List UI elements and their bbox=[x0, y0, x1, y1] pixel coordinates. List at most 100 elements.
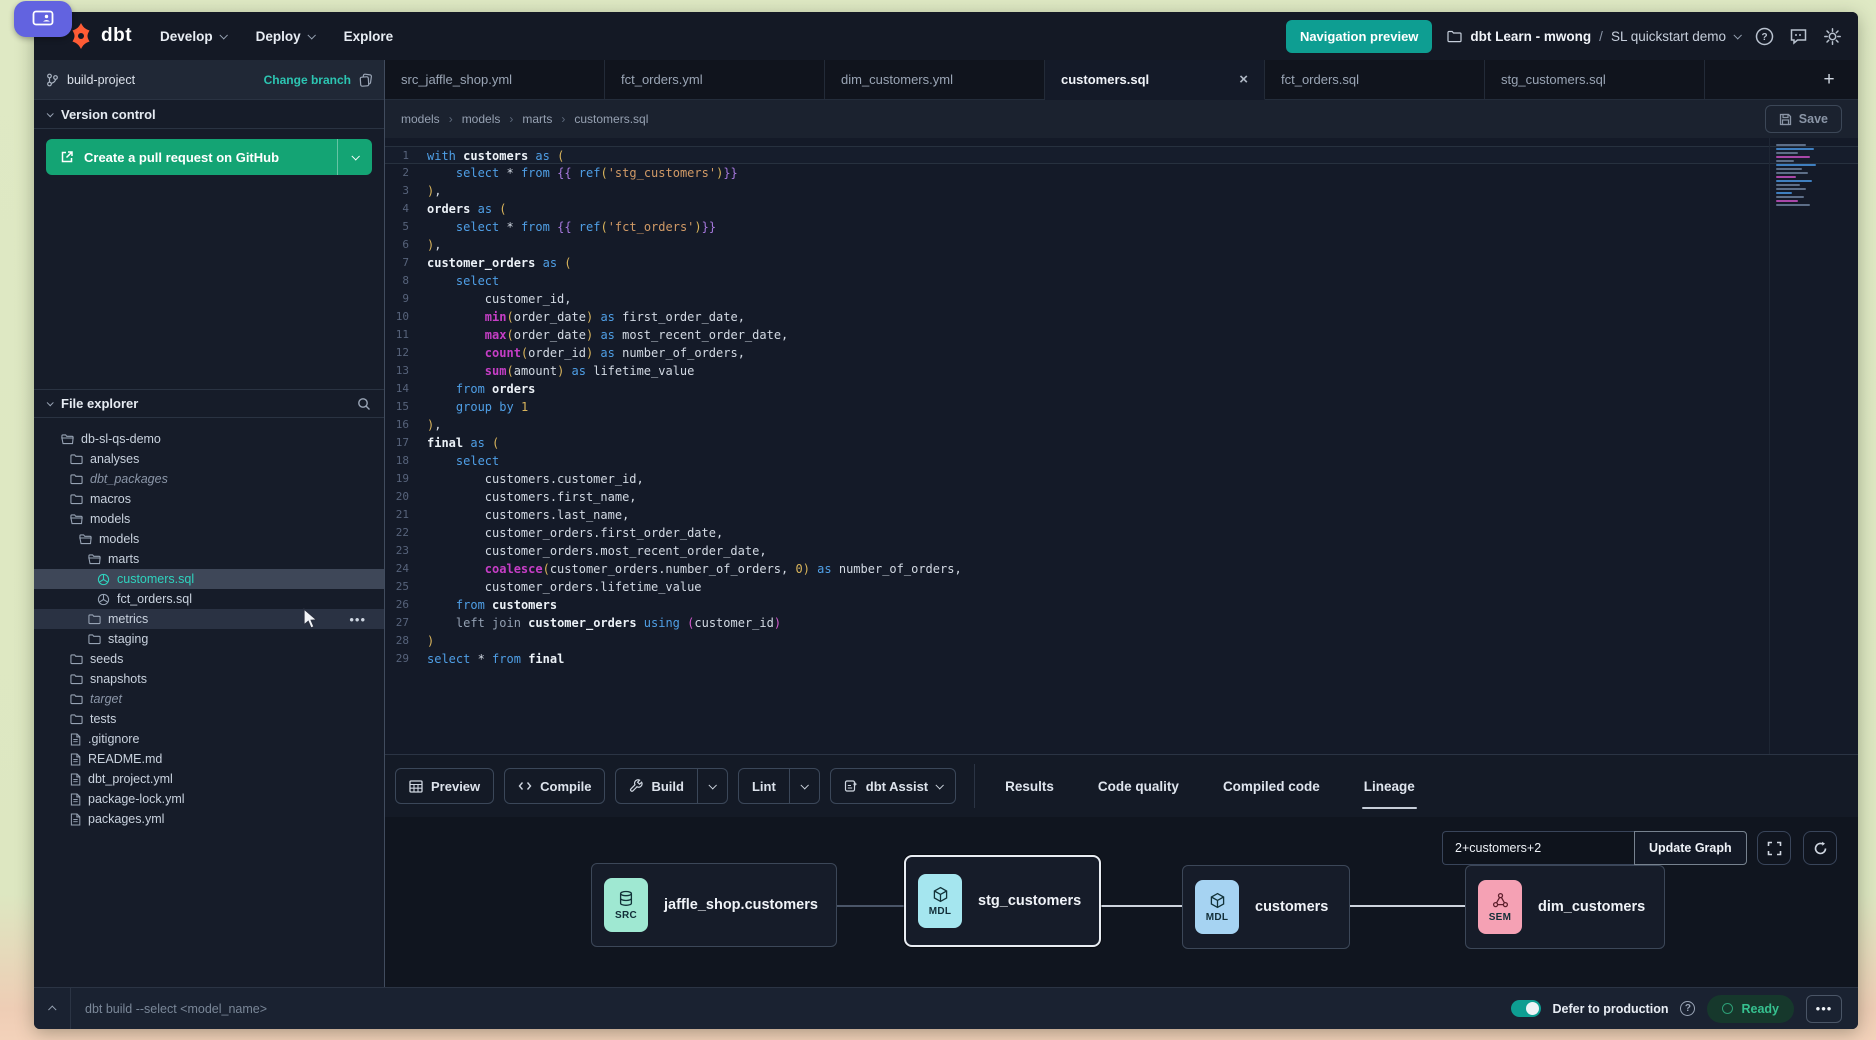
tree-item-target[interactable]: target bbox=[34, 689, 384, 709]
lineage-selector-input[interactable]: 2+customers+2 bbox=[1442, 831, 1634, 865]
change-branch-link[interactable]: Change branch bbox=[264, 73, 351, 87]
tree-item-tests[interactable]: tests bbox=[34, 709, 384, 729]
more-options-button[interactable]: ••• bbox=[1806, 995, 1842, 1023]
folder-icon bbox=[70, 453, 83, 465]
button-label: Build bbox=[651, 779, 684, 794]
menu-develop[interactable]: Develop bbox=[160, 29, 226, 44]
create-pr-button[interactable]: Create a pull request on GitHub bbox=[46, 139, 372, 175]
file-explorer-section-header[interactable]: File explorer bbox=[34, 389, 384, 418]
node-type-badge: MDL bbox=[918, 874, 962, 928]
tree-item-customers-sql[interactable]: customers.sql bbox=[34, 569, 384, 589]
tab-dim-customers-yml[interactable]: dim_customers.yml bbox=[825, 60, 1045, 99]
expand-command-bar-chevron[interactable] bbox=[50, 1006, 56, 1012]
code-line: 29select * from final bbox=[385, 650, 1858, 668]
lineage-node-stg-customers[interactable]: MDLstg_customers bbox=[904, 855, 1101, 947]
menu-explore[interactable]: Explore bbox=[344, 29, 394, 44]
version-control-section-header[interactable]: Version control bbox=[34, 100, 384, 129]
save-button[interactable]: Save bbox=[1765, 105, 1842, 133]
ide-status-badge[interactable]: Ready bbox=[1707, 995, 1794, 1023]
refresh-button[interactable] bbox=[1803, 831, 1837, 865]
search-icon[interactable] bbox=[357, 397, 371, 411]
tree-item-readme-md[interactable]: README.md bbox=[34, 749, 384, 769]
tab-src-jaffle-shop-yml[interactable]: src_jaffle_shop.yml bbox=[385, 60, 605, 99]
new-tab-button[interactable]: + bbox=[1800, 60, 1858, 99]
dropdown-caret[interactable] bbox=[789, 769, 819, 803]
build-button[interactable]: Build bbox=[615, 768, 728, 804]
tab-stg-customers-sql[interactable]: stg_customers.sql bbox=[1485, 60, 1705, 99]
panel-tab-results[interactable]: Results bbox=[1005, 755, 1054, 817]
tree-item--gitignore[interactable]: .gitignore bbox=[34, 729, 384, 749]
tree-item-package-lock-yml[interactable]: package-lock.yml bbox=[34, 789, 384, 809]
lint-button[interactable]: Lint bbox=[738, 768, 820, 804]
tree-item-metrics[interactable]: metrics••• bbox=[34, 609, 384, 629]
main-menu: Develop Deploy Explore bbox=[160, 29, 393, 44]
panel-tab-lineage[interactable]: Lineage bbox=[1364, 755, 1415, 817]
code-line: 21 customers.last_name, bbox=[385, 506, 1858, 524]
defer-help-icon[interactable]: ? bbox=[1680, 1001, 1695, 1016]
panel-tab-code-quality[interactable]: Code quality bbox=[1098, 755, 1179, 817]
minimap[interactable] bbox=[1776, 144, 1826, 208]
feedback-icon[interactable] bbox=[1789, 27, 1808, 46]
sidebar: build-project Change branch Version cont… bbox=[34, 60, 385, 987]
model-icon bbox=[97, 593, 110, 606]
tree-item-db-sl-qs-demo[interactable]: db-sl-qs-demo bbox=[34, 429, 384, 449]
tree-item-label: tests bbox=[90, 712, 116, 726]
line-number: 9 bbox=[385, 290, 427, 308]
project-switcher[interactable]: dbt Learn - mwong / SL quickstart demo bbox=[1447, 29, 1740, 44]
code-line: 19 customers.customer_id, bbox=[385, 470, 1858, 488]
tree-item-dbt-project-yml[interactable]: dbt_project.yml bbox=[34, 769, 384, 789]
lineage-canvas[interactable]: 2+customers+2 Update Graph SRCjaffle_sho… bbox=[385, 817, 1858, 987]
folder-icon bbox=[70, 673, 83, 685]
dbt-logo[interactable]: dbt bbox=[68, 23, 132, 49]
tree-item-marts[interactable]: marts bbox=[34, 549, 384, 569]
line-number: 11 bbox=[385, 326, 427, 344]
lineage-node-customers[interactable]: MDLcustomers bbox=[1182, 865, 1350, 949]
navigation-preview-button[interactable]: Navigation preview bbox=[1286, 20, 1432, 53]
defer-to-production-toggle[interactable] bbox=[1511, 1000, 1541, 1017]
tree-item-seeds[interactable]: seeds bbox=[34, 649, 384, 669]
tree-item-snapshots[interactable]: snapshots bbox=[34, 669, 384, 689]
bottom-panel: Preview Compile Build Lint dbt Assist Result… bbox=[385, 754, 1858, 987]
tree-item-dbt-packages[interactable]: dbt_packages bbox=[34, 469, 384, 489]
tree-item-fct-orders-sql[interactable]: fct_orders.sql bbox=[34, 589, 384, 609]
branch-name: build-project bbox=[67, 73, 135, 87]
settings-gear-icon[interactable] bbox=[1823, 27, 1842, 46]
copy-icon[interactable] bbox=[359, 73, 372, 87]
save-label: Save bbox=[1799, 112, 1828, 126]
fullscreen-button[interactable] bbox=[1757, 831, 1791, 865]
more-actions-icon[interactable]: ••• bbox=[349, 612, 374, 627]
lineage-node-dim-customers[interactable]: SEMdim_customers bbox=[1465, 865, 1665, 949]
compile-button[interactable]: Compile bbox=[504, 768, 605, 804]
lineage-node-jaffle-shop-customers[interactable]: SRCjaffle_shop.customers bbox=[591, 863, 837, 947]
command-input[interactable]: dbt build --select <model_name> bbox=[85, 1002, 267, 1016]
tree-item-packages-yml[interactable]: packages.yml bbox=[34, 809, 384, 829]
tree-item-macros[interactable]: macros bbox=[34, 489, 384, 509]
file-icon bbox=[70, 753, 81, 766]
line-number: 8 bbox=[385, 272, 427, 290]
pr-dropdown-caret[interactable] bbox=[338, 139, 372, 175]
panel-tab-compiled-code[interactable]: Compiled code bbox=[1223, 755, 1320, 817]
tree-item-label: README.md bbox=[88, 752, 162, 766]
tab-customers-sql[interactable]: customers.sql× bbox=[1045, 60, 1265, 100]
node-type-badge: SEM bbox=[1478, 880, 1522, 934]
tree-item-staging[interactable]: staging bbox=[34, 629, 384, 649]
menu-deploy[interactable]: Deploy bbox=[256, 29, 314, 44]
dropdown-caret[interactable] bbox=[697, 769, 727, 803]
tab-fct-orders-sql[interactable]: fct_orders.sql bbox=[1265, 60, 1485, 99]
line-number: 1 bbox=[385, 147, 427, 163]
tree-item-analyses[interactable]: analyses bbox=[34, 449, 384, 469]
code-editor[interactable]: 1with customers as (2 select * from {{ r… bbox=[385, 138, 1858, 754]
code-line: 27 left join customer_orders using (cust… bbox=[385, 614, 1858, 632]
tree-item-models[interactable]: models bbox=[34, 529, 384, 549]
tree-item-label: marts bbox=[108, 552, 139, 566]
update-graph-button[interactable]: Update Graph bbox=[1634, 831, 1747, 865]
code-line: 20 customers.first_name, bbox=[385, 488, 1858, 506]
preview-button[interactable]: Preview bbox=[395, 768, 494, 804]
tree-item-models[interactable]: models bbox=[34, 509, 384, 529]
line-number: 6 bbox=[385, 236, 427, 254]
dbt-assist-button[interactable]: dbt Assist bbox=[830, 768, 956, 804]
tab-fct-orders-yml[interactable]: fct_orders.yml bbox=[605, 60, 825, 99]
close-tab-icon[interactable]: × bbox=[1239, 71, 1248, 88]
node-type-badge: SRC bbox=[604, 878, 648, 932]
help-icon[interactable]: ? bbox=[1755, 27, 1774, 46]
